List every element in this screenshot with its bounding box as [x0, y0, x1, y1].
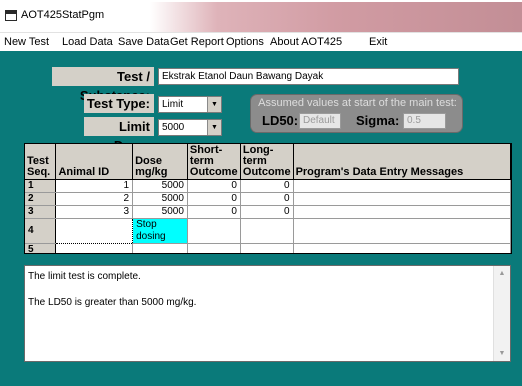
- seq-cell: 3: [25, 205, 57, 219]
- menu-bar: New Test Load Data Save Data Get Report …: [0, 33, 522, 51]
- limit-dose-select[interactable]: 5000 ▼: [158, 119, 222, 136]
- animal-id-cell[interactable]: 3: [55, 205, 134, 219]
- limit-dose-value: 5000: [162, 122, 185, 133]
- header-short-term: Short-term Outcome: [187, 144, 241, 180]
- animal-id-cell[interactable]: [55, 243, 134, 253]
- header-long-term: Long-term Outcome: [240, 144, 294, 180]
- menu-get-report[interactable]: Get Report: [170, 36, 224, 48]
- scroll-up-icon[interactable]: ▲: [494, 266, 510, 281]
- result-message-1: The limit test is complete.: [28, 271, 141, 282]
- dose-cell[interactable]: 5000: [132, 179, 188, 193]
- menu-exit[interactable]: Exit: [369, 36, 387, 48]
- vertical-scrollbar[interactable]: ▲ ▼: [493, 266, 510, 361]
- dose-cell[interactable]: [132, 243, 188, 253]
- test-type-label: Test Type:: [84, 94, 154, 113]
- header-dose: Dose mg/kg: [132, 144, 188, 180]
- message-cell: [293, 205, 511, 219]
- ld50-label: LD50:: [262, 113, 299, 128]
- grid-header-row: Test Seq. Animal ID Dose mg/kg Short-ter…: [25, 144, 511, 180]
- test-type-select[interactable]: Limit ▼: [158, 96, 222, 113]
- long-term-cell[interactable]: 0: [240, 192, 294, 206]
- table-row: 2 2 5000 0 0: [25, 192, 511, 206]
- dose-cell[interactable]: 5000: [132, 205, 188, 219]
- menu-options[interactable]: Options: [226, 36, 264, 48]
- seq-cell: 5: [25, 243, 57, 253]
- long-term-cell[interactable]: 0: [240, 179, 294, 193]
- short-term-cell[interactable]: 0: [187, 192, 241, 206]
- header-animal-id: Animal ID: [55, 144, 134, 180]
- ld50-input[interactable]: Default: [299, 113, 341, 129]
- result-message-2: The LD50 is greater than 5000 mg/kg.: [28, 297, 197, 308]
- short-term-cell[interactable]: 0: [187, 179, 241, 193]
- menu-load-data[interactable]: Load Data: [62, 36, 113, 48]
- long-term-cell[interactable]: 0: [240, 205, 294, 219]
- test-type-value: Limit: [162, 99, 184, 110]
- message-cell: [293, 218, 511, 244]
- substance-label: Test / Substance:: [52, 67, 154, 103]
- long-term-cell[interactable]: [240, 218, 294, 244]
- dose-cell[interactable]: Stop dosing: [132, 218, 188, 244]
- short-term-cell[interactable]: 0: [187, 205, 241, 219]
- short-term-cell[interactable]: [187, 243, 241, 253]
- message-cell: [293, 243, 511, 253]
- menu-save-data[interactable]: Save Data: [118, 36, 169, 48]
- menu-new-test[interactable]: New Test: [4, 36, 49, 48]
- assumed-values-caption: Assumed values at start of the main test…: [258, 97, 457, 109]
- data-grid[interactable]: Test Seq. Animal ID Dose mg/kg Short-ter…: [24, 143, 512, 254]
- results-textarea[interactable]: The limit test is complete. The LD50 is …: [24, 265, 511, 362]
- table-row: 4 Stop dosing: [25, 218, 511, 244]
- message-cell: [293, 179, 511, 193]
- title-bar: AOT425StatPgm: [0, 0, 522, 33]
- table-row: 1 1 5000 0 0: [25, 179, 511, 193]
- chevron-down-icon[interactable]: ▼: [207, 120, 221, 135]
- substance-input[interactable]: Ekstrak Etanol Daun Bawang Dayak: [158, 68, 459, 85]
- menu-about[interactable]: About AOT425: [270, 36, 342, 48]
- long-term-cell[interactable]: [240, 243, 294, 253]
- scroll-down-icon[interactable]: ▼: [494, 346, 510, 361]
- window-icon[interactable]: [5, 10, 17, 21]
- header-messages: Program's Data Entry Messages: [293, 144, 511, 180]
- chevron-down-icon[interactable]: ▼: [207, 97, 221, 112]
- seq-cell: 4: [25, 218, 57, 244]
- animal-id-cell[interactable]: 1: [55, 179, 134, 193]
- animal-id-cell[interactable]: [55, 218, 134, 244]
- seq-cell: 2: [25, 192, 57, 206]
- short-term-cell[interactable]: [187, 218, 241, 244]
- seq-cell: 1: [25, 179, 57, 193]
- header-test-seq: Test Seq.: [25, 144, 57, 180]
- animal-id-cell[interactable]: 2: [55, 192, 134, 206]
- window-title: AOT425StatPgm: [21, 9, 105, 21]
- table-row: 5: [25, 243, 511, 253]
- sigma-input[interactable]: 0.5: [403, 113, 446, 129]
- limit-dose-label: Limit Dose:: [84, 117, 154, 153]
- sigma-label: Sigma:: [356, 113, 400, 128]
- table-row: 3 3 5000 0 0: [25, 205, 511, 219]
- dose-cell[interactable]: 5000: [132, 192, 188, 206]
- assumed-values-group: Assumed values at start of the main test…: [250, 94, 463, 133]
- title-bar-fill: [150, 2, 522, 32]
- message-cell: [293, 192, 511, 206]
